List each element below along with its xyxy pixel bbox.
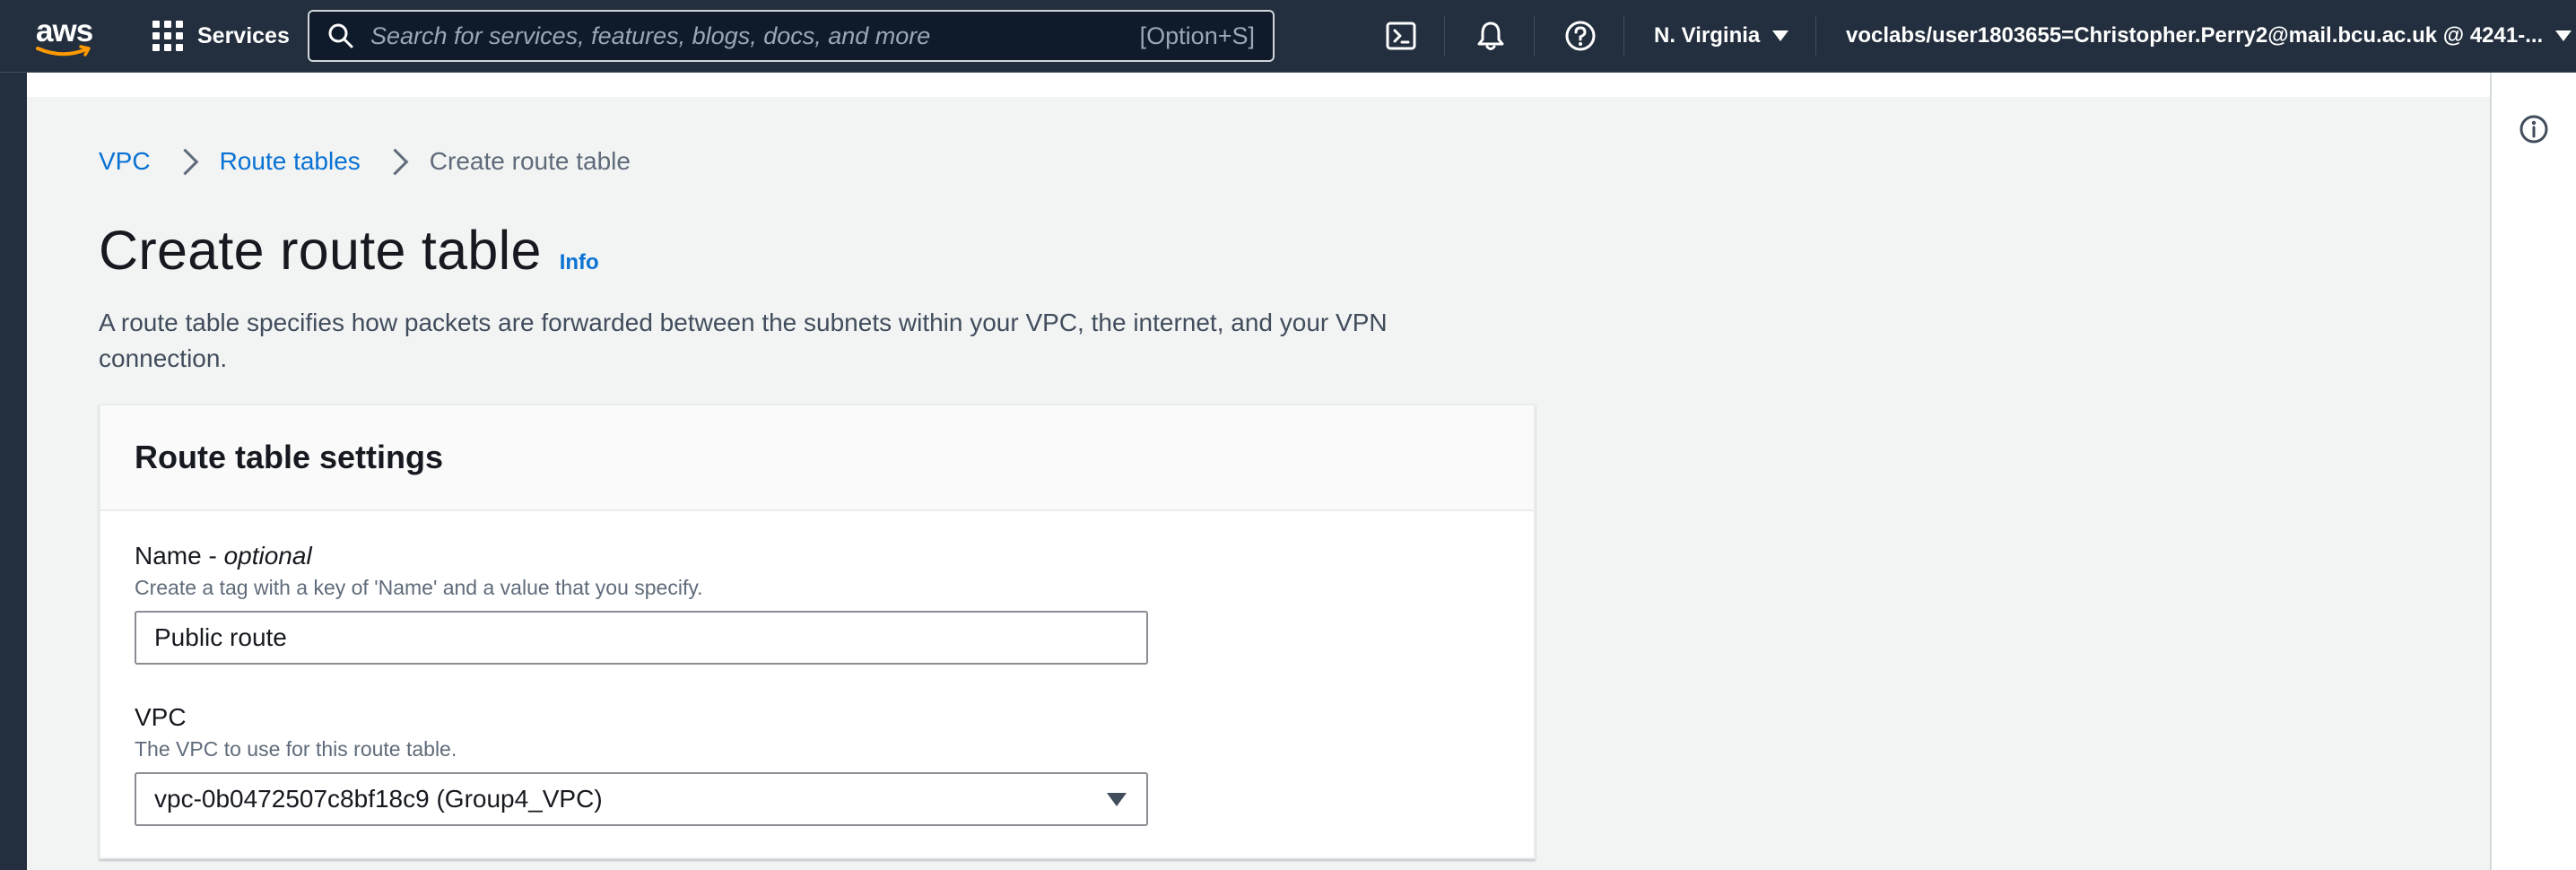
name-field-hint: Create a tag with a key of 'Name' and a … bbox=[135, 576, 703, 599]
region-selector[interactable]: N. Virginia bbox=[1654, 18, 1789, 54]
aws-smile-icon bbox=[36, 45, 91, 57]
name-field-group: Name - optional Create a tag with a key … bbox=[135, 542, 1148, 665]
services-label: Services bbox=[197, 22, 290, 48]
main-content: VPC Route tables Create route table Crea… bbox=[27, 97, 2490, 870]
content-top-strip bbox=[27, 73, 2490, 97]
notifications-bell-icon[interactable] bbox=[1475, 20, 1507, 52]
vpc-field-hint: The VPC to use for this route table. bbox=[135, 737, 457, 761]
info-circle-icon[interactable] bbox=[2519, 114, 2549, 144]
breadcrumb: VPC Route tables Create route table bbox=[99, 147, 631, 176]
page-header: Create route table Info bbox=[99, 219, 599, 282]
services-menu-button[interactable]: Services bbox=[152, 18, 290, 54]
vpc-field-group: VPC The VPC to use for this route table.… bbox=[135, 703, 1148, 826]
search-input[interactable]: Search for services, features, blogs, do… bbox=[308, 10, 1275, 62]
vpc-select-value: vpc-0b0472507c8bf18c9 (Group4_VPC) bbox=[154, 785, 603, 813]
caret-down-icon bbox=[1107, 792, 1127, 806]
search-shortcut-hint: [Option+S] bbox=[1139, 22, 1255, 49]
nav-divider bbox=[1534, 16, 1535, 56]
account-label: voclabs/user1803655=Christopher.Perry2@m… bbox=[1846, 23, 2544, 48]
breadcrumb-link-vpc[interactable]: VPC bbox=[99, 147, 151, 176]
account-menu[interactable]: voclabs/user1803655=Christopher.Perry2@m… bbox=[1846, 18, 2572, 54]
aws-logo[interactable]: aws bbox=[36, 14, 93, 57]
aws-logo-text: aws bbox=[36, 13, 93, 48]
panel-header: Route table settings bbox=[100, 405, 1534, 511]
vpc-field-label: VPC bbox=[135, 703, 187, 731]
nav-divider bbox=[1623, 16, 1624, 56]
breadcrumb-link-route-tables[interactable]: Route tables bbox=[220, 147, 361, 176]
nav-divider bbox=[1444, 16, 1445, 56]
caret-down-icon bbox=[1772, 30, 1789, 41]
breadcrumb-current: Create route table bbox=[429, 147, 631, 175]
route-table-settings-panel: Route table settings Name - optional Cre… bbox=[99, 404, 1536, 859]
name-field-label: Name - optional bbox=[135, 542, 312, 570]
panel-title: Route table settings bbox=[135, 439, 444, 475]
info-link[interactable]: Info bbox=[560, 250, 599, 275]
help-icon[interactable] bbox=[1564, 20, 1597, 52]
chevron-right-icon bbox=[381, 148, 409, 175]
page-title: Create route table bbox=[99, 220, 542, 281]
caret-down-icon bbox=[2555, 30, 2572, 41]
vpc-select[interactable]: vpc-0b0472507c8bf18c9 (Group4_VPC) bbox=[135, 772, 1148, 826]
search-icon bbox=[328, 23, 353, 48]
nav-divider bbox=[1815, 16, 1816, 56]
name-input[interactable]: Public route bbox=[135, 611, 1148, 665]
search-placeholder: Search for services, features, blogs, do… bbox=[370, 22, 931, 49]
top-navigation: aws Services Search for services, featur… bbox=[0, 0, 2576, 73]
tools-panel-bar bbox=[2490, 73, 2576, 870]
name-input-value: Public route bbox=[154, 623, 287, 651]
region-label: N. Virginia bbox=[1654, 23, 1761, 48]
chevron-right-icon bbox=[171, 148, 198, 175]
grid-icon bbox=[152, 21, 183, 51]
page-description: A route table specifies how packets are … bbox=[99, 309, 1388, 372]
cloudshell-icon[interactable] bbox=[1385, 20, 1417, 52]
